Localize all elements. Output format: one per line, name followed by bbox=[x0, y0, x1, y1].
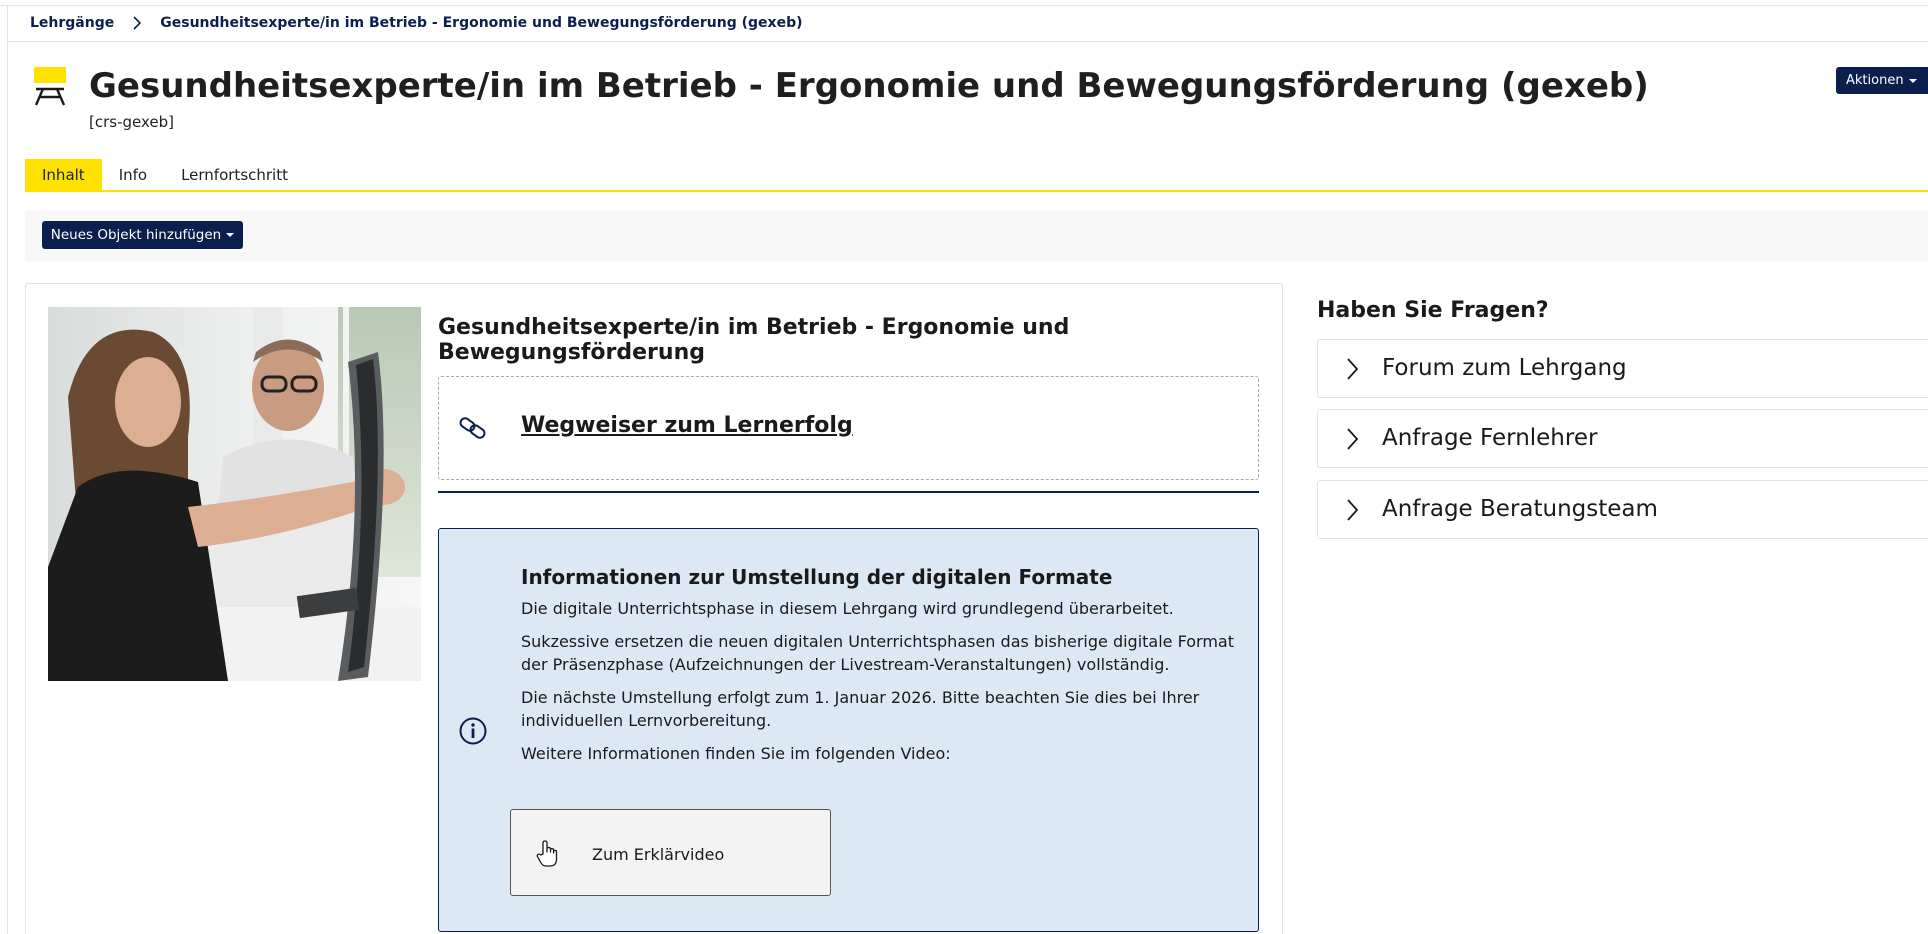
item-title: Gesundheitsexperte/in im Betrieb - Ergon… bbox=[438, 315, 1070, 365]
accordion-fernlehrer[interactable]: Anfrage Fernlehrer bbox=[1317, 409, 1928, 468]
toolbar bbox=[25, 211, 1928, 261]
info-paragraph: Sukzessive ersetzen die neuen digitalen … bbox=[521, 632, 1234, 674]
chevron-right-icon bbox=[124, 13, 150, 33]
chevron-right-icon bbox=[1340, 356, 1364, 382]
page-title: Gesundheitsexperte/in im Betrieb - Ergon… bbox=[89, 66, 1649, 106]
actions-label: Aktionen bbox=[1846, 73, 1904, 88]
page-subtitle: [crs-gexeb] bbox=[89, 113, 174, 131]
tab-bar: Inhalt Info Lernfortschritt bbox=[25, 159, 305, 191]
accordion-label: Anfrage Beratungsteam bbox=[1382, 496, 1658, 522]
caret-down-icon bbox=[1908, 78, 1917, 83]
info-paragraph: Die nächste Umstellung erfolgt zum 1. Ja… bbox=[521, 688, 1200, 730]
accordion-label: Forum zum Lehrgang bbox=[1382, 355, 1627, 381]
explainer-video-label: Zum Erklärvideo bbox=[592, 845, 725, 864]
section-divider bbox=[438, 491, 1259, 493]
info-icon bbox=[458, 716, 488, 746]
add-object-button[interactable]: Neues Objekt hinzufügen bbox=[42, 221, 243, 249]
info-paragraph: Weitere Informationen finden Sie im folg… bbox=[521, 744, 951, 763]
accordion-forum[interactable]: Forum zum Lehrgang bbox=[1317, 339, 1928, 398]
tab-info[interactable]: Info bbox=[102, 159, 164, 191]
tab-underline bbox=[25, 190, 1928, 192]
accordion-label: Anfrage Fernlehrer bbox=[1382, 425, 1598, 451]
chevron-right-icon bbox=[1340, 497, 1364, 523]
link-wegweiser[interactable]: Wegweiser zum Lernerfolg bbox=[521, 413, 853, 438]
breadcrumb: Lehrgänge Gesundheitsexperte/in im Betri… bbox=[30, 13, 803, 33]
caret-down-icon bbox=[226, 233, 235, 237]
actions-button[interactable]: Aktionen bbox=[1836, 67, 1928, 94]
tab-lernfortschritt[interactable]: Lernfortschritt bbox=[164, 159, 305, 191]
info-paragraph: Die digitale Unterrichtsphase in diesem … bbox=[521, 599, 1174, 618]
info-heading: Informationen zur Umstellung der digital… bbox=[521, 565, 1113, 589]
chevron-right-icon bbox=[1340, 426, 1364, 452]
breadcrumb-item-lehrgaenge[interactable]: Lehrgänge bbox=[30, 15, 114, 31]
hand-pointer-icon bbox=[536, 840, 558, 868]
breadcrumb-divider bbox=[8, 41, 1928, 42]
accordion-beratungsteam[interactable]: Anfrage Beratungsteam bbox=[1317, 480, 1928, 539]
left-border bbox=[7, 6, 8, 934]
course-icon bbox=[32, 65, 68, 109]
top-border bbox=[0, 0, 1928, 6]
questions-heading: Haben Sie Fragen? bbox=[1317, 298, 1549, 323]
info-content: Informationen zur Umstellung der digital… bbox=[521, 565, 1249, 775]
tab-inhalt[interactable]: Inhalt bbox=[25, 159, 102, 191]
add-object-label: Neues Objekt hinzufügen bbox=[50, 227, 222, 243]
explainer-video-button[interactable]: Zum Erklärvideo bbox=[510, 809, 831, 896]
breadcrumb-item-current[interactable]: Gesundheitsexperte/in im Betrieb - Ergon… bbox=[160, 15, 802, 31]
course-hero-image bbox=[48, 307, 421, 681]
link-icon bbox=[458, 413, 488, 443]
